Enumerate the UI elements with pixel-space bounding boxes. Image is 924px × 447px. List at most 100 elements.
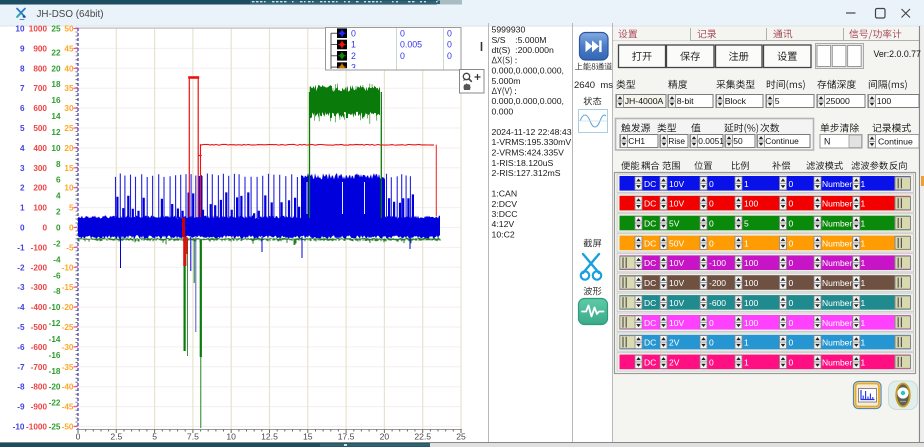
- svg-text:-10: -10: [62, 263, 74, 272]
- svg-text:8: 8: [56, 160, 61, 169]
- svg-text:10: 10: [226, 432, 236, 442]
- svg-text:1: 1: [861, 338, 866, 348]
- svg-text:Number: Number: [822, 338, 852, 348]
- svg-text:14: 14: [51, 112, 61, 121]
- svg-text:40: 40: [64, 64, 74, 73]
- svg-text:JH-DSO (64bit): JH-DSO (64bit): [37, 9, 104, 20]
- svg-text:-6: -6: [17, 343, 25, 352]
- svg-text:Number: Number: [822, 298, 852, 308]
- svg-text:900: 900: [33, 44, 47, 53]
- svg-text:-2: -2: [17, 263, 25, 272]
- svg-text:16: 16: [51, 96, 61, 105]
- svg-text:9: 9: [20, 44, 25, 53]
- svg-text:0.000,0.000,0.000,: 0.000,0.000,0.000,: [492, 66, 564, 76]
- svg-text:1: 1: [744, 179, 749, 189]
- svg-text:-35: -35: [62, 363, 74, 372]
- svg-text:DC: DC: [644, 179, 656, 189]
- svg-text:Number: Number: [822, 357, 852, 367]
- svg-text:100: 100: [744, 318, 758, 328]
- svg-text:0: 0: [789, 258, 794, 268]
- svg-text:1: 1: [861, 238, 866, 248]
- svg-text:400: 400: [33, 144, 47, 153]
- svg-text:0: 0: [789, 238, 794, 248]
- svg-text:-45: -45: [62, 403, 74, 412]
- svg-text:-16: -16: [49, 351, 61, 360]
- svg-text:25: 25: [51, 25, 61, 34]
- svg-text:2V: 2V: [669, 357, 680, 367]
- svg-text:0: 0: [789, 278, 794, 288]
- svg-text:1: 1: [744, 238, 749, 248]
- svg-text:5999930: 5999930: [492, 25, 526, 35]
- svg-text:-20: -20: [49, 383, 61, 392]
- svg-text:-12: -12: [49, 319, 61, 328]
- svg-text:-200: -200: [709, 278, 726, 288]
- svg-text:4: 4: [20, 144, 25, 153]
- svg-text:-7: -7: [17, 363, 25, 372]
- svg-text:5V: 5V: [669, 219, 680, 229]
- svg-text:1: 1: [861, 318, 866, 328]
- svg-text:35: 35: [64, 84, 74, 93]
- svg-text:1: 1: [861, 199, 866, 209]
- svg-text:800: 800: [33, 64, 47, 73]
- svg-text:-25: -25: [62, 323, 74, 332]
- svg-text:25: 25: [456, 432, 466, 442]
- svg-text:-100: -100: [709, 258, 726, 268]
- svg-text:700: 700: [33, 84, 47, 93]
- svg-text:0: 0: [709, 318, 714, 328]
- svg-text:-400: -400: [31, 303, 48, 312]
- svg-text:1: 1: [744, 338, 749, 348]
- svg-text:1-RIS:18.120uS: 1-RIS:18.120uS: [492, 158, 554, 168]
- svg-text:-20: -20: [62, 303, 74, 312]
- svg-text:-700: -700: [31, 363, 48, 372]
- svg-text:-30: -30: [62, 343, 74, 352]
- svg-text:0: 0: [447, 51, 452, 61]
- svg-text:25000: 25000: [826, 96, 850, 106]
- svg-text:1: 1: [861, 179, 866, 189]
- svg-text:0: 0: [709, 199, 714, 209]
- svg-text:100: 100: [744, 258, 758, 268]
- svg-text:Number: Number: [822, 199, 852, 209]
- svg-text:8: 8: [20, 64, 25, 73]
- svg-text:1: 1: [861, 278, 866, 288]
- svg-text:1-VRMS:195.330mV: 1-VRMS:195.330mV: [492, 137, 572, 147]
- svg-text:-500: -500: [31, 323, 48, 332]
- svg-text:JH-4000A: JH-4000A: [625, 96, 664, 106]
- svg-text:DC: DC: [644, 298, 656, 308]
- svg-text:1: 1: [861, 258, 866, 268]
- svg-text:-40: -40: [62, 383, 74, 392]
- svg-text:0: 0: [42, 224, 47, 233]
- svg-text:5.000m: 5.000m: [492, 76, 521, 86]
- svg-text:8-bit: 8-bit: [677, 96, 694, 106]
- svg-text:-8: -8: [53, 287, 61, 296]
- svg-text:-10: -10: [49, 303, 61, 312]
- svg-text:100: 100: [744, 199, 758, 209]
- svg-text:20: 20: [51, 64, 61, 73]
- svg-text:100: 100: [744, 278, 758, 288]
- svg-text:50V: 50V: [669, 238, 684, 248]
- svg-text:0: 0: [789, 219, 794, 229]
- svg-text:15: 15: [303, 432, 313, 442]
- svg-text:-800: -800: [31, 383, 48, 392]
- svg-text:22: 22: [51, 48, 61, 57]
- svg-text:25: 25: [64, 124, 74, 133]
- svg-text:5: 5: [775, 96, 780, 106]
- svg-text:0: 0: [76, 432, 81, 442]
- svg-text:2: 2: [351, 51, 356, 61]
- svg-text:-9: -9: [17, 403, 25, 412]
- svg-text:-900: -900: [31, 403, 48, 412]
- svg-text:-300: -300: [31, 283, 48, 292]
- svg-text:0: 0: [447, 28, 452, 38]
- svg-text:15: 15: [64, 164, 74, 173]
- svg-text:-6: -6: [53, 271, 61, 280]
- svg-text:0: 0: [447, 40, 452, 50]
- svg-text:-100: -100: [31, 243, 48, 252]
- svg-text:2: 2: [56, 208, 61, 217]
- svg-text:50: 50: [733, 136, 743, 146]
- svg-text:Number: Number: [822, 179, 852, 189]
- svg-text:dt(S) :200.000n: dt(S) :200.000n: [492, 45, 554, 55]
- svg-text:0: 0: [709, 179, 714, 189]
- svg-text:50: 50: [64, 25, 74, 34]
- svg-text:7: 7: [20, 84, 25, 93]
- svg-text:500: 500: [33, 124, 47, 133]
- svg-text:0.000,0.000,0.000,: 0.000,0.000,0.000,: [492, 96, 564, 106]
